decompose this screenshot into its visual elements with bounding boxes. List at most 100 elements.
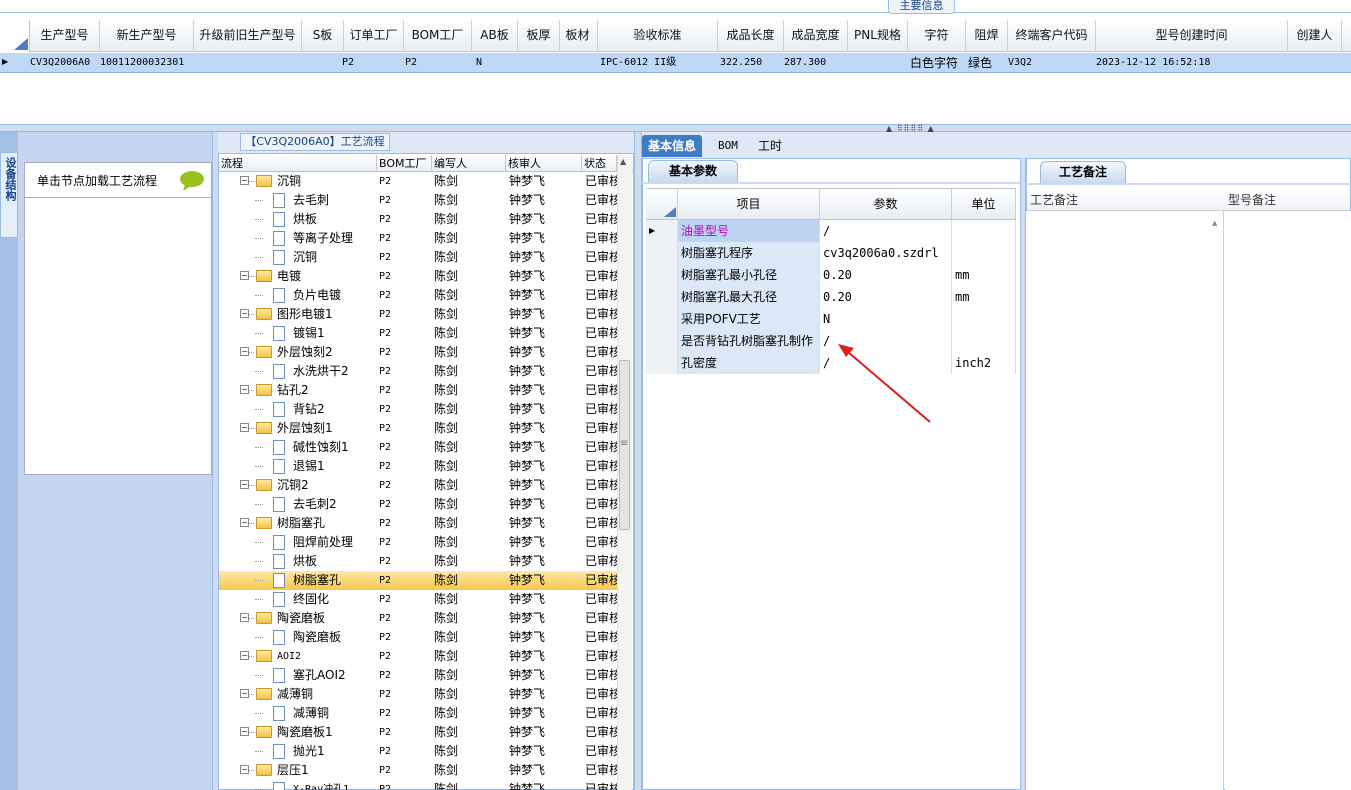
collapse-icon[interactable]: − [240,423,249,432]
tree-row[interactable]: 减薄铜 P2 陈剑 钟梦飞 已审核 [219,704,617,723]
param-row[interactable]: 树脂塞孔程序 cv3q2006a0.szdrl [646,242,1016,264]
param-value[interactable]: / [820,220,952,242]
collapse-icon[interactable]: − [240,347,249,356]
device-structure-tab[interactable]: 设备结构 [0,152,18,238]
row-indicator[interactable] [646,352,678,374]
params-corner[interactable] [646,188,678,220]
cell-material[interactable] [558,53,598,73]
col-order-factory[interactable]: 订单工厂 [344,20,404,52]
param-item[interactable]: 孔密度 [678,352,820,374]
tree-row[interactable]: 负片电镀 P2 陈剑 钟梦飞 已审核 [219,286,617,305]
tree-row[interactable]: 碱性蚀刻1 P2 陈剑 钟梦飞 已审核 [219,438,617,457]
param-value[interactable]: 0.20 [820,264,952,286]
collapse-icon[interactable]: − [240,727,249,736]
collapse-icon[interactable]: − [240,271,249,280]
collapse-icon[interactable]: − [240,480,249,489]
tree-row[interactable]: − 层压1 P2 陈剑 钟梦飞 已审核 [219,761,617,780]
tree-row[interactable]: − 沉铜2 P2 陈剑 钟梦飞 已审核 [219,476,617,495]
collapse-icon[interactable]: − [240,651,249,660]
tree-row[interactable]: − 减薄铜 P2 陈剑 钟梦飞 已审核 [219,685,617,704]
col-width[interactable]: 成品宽度 [784,20,848,52]
col-prod-model[interactable]: 生产型号 [30,20,100,52]
cell-width[interactable]: 287.300 [784,53,848,73]
collapse-icon[interactable]: − [240,689,249,698]
param-row[interactable]: 树脂塞孔最小孔径 0.20 mm [646,264,1016,286]
tree-row[interactable]: − 外层蚀刻2 P2 陈剑 钟梦飞 已审核 [219,343,617,362]
tree-row[interactable]: 水洗烘干2 P2 陈剑 钟梦飞 已审核 [219,362,617,381]
tree-row[interactable]: 抛光1 P2 陈剑 钟梦飞 已审核 [219,742,617,761]
param-item[interactable]: 树脂塞孔最大孔径 [678,286,820,308]
collapse-icon[interactable]: − [240,385,249,394]
col-created[interactable]: 型号创建时间 [1096,20,1288,52]
param-unit[interactable] [952,220,1016,242]
cell-standard[interactable]: IPC-6012 II级 [600,53,720,73]
model-note-area[interactable] [1225,211,1351,790]
col-reviewer[interactable]: 核审人 [506,155,582,172]
col-pnl[interactable]: PNL规格 [848,20,908,52]
cell-char[interactable]: 白色字符 [910,53,968,73]
col-thickness[interactable]: 板厚 [518,20,560,52]
tree-row[interactable]: 树脂塞孔 P2 陈剑 钟梦飞 已审核 [219,571,617,590]
tree-row[interactable]: 烘板 P2 陈剑 钟梦飞 已审核 [219,210,617,229]
cell-prod-model[interactable]: CV3Q2006A0 [30,53,100,73]
tree-row[interactable]: X-Ray冲孔1 P2 陈剑 钟梦飞 已审核 [219,780,617,790]
scroll-up-icon[interactable]: ▲ [1212,219,1217,227]
cell-solder[interactable]: 绿色 [968,53,1010,73]
col-flow[interactable]: 流程 [219,155,377,172]
tree-row[interactable]: 烘板 P2 陈剑 钟梦飞 已审核 [219,552,617,571]
col-material[interactable]: 板材 [558,20,598,52]
tree-row[interactable]: 塞孔AOI2 P2 陈剑 钟梦飞 已审核 [219,666,617,685]
col-length[interactable]: 成品长度 [718,20,784,52]
param-value[interactable]: N [820,308,952,330]
param-unit[interactable]: mm [952,264,1016,286]
scroll-up-icon[interactable]: ▲ [620,157,626,166]
collapse-icon[interactable]: − [240,613,249,622]
col-new-model[interactable]: 新生产型号 [100,20,194,52]
tree-row[interactable]: 去毛刺2 P2 陈剑 钟梦飞 已审核 [219,495,617,514]
col-model-note[interactable]: 型号备注 [1225,189,1350,211]
col-status[interactable]: 状态 [582,155,617,172]
col-old-model[interactable]: 升级前旧生产型号 [194,20,302,52]
param-item[interactable]: 采用POFV工艺 [678,308,820,330]
tree-row[interactable]: 终固化 P2 陈剑 钟梦飞 已审核 [219,590,617,609]
param-value[interactable]: cv3q2006a0.szdrl [820,242,952,264]
param-unit[interactable] [952,242,1016,264]
param-row[interactable]: 树脂塞孔最大孔径 0.20 mm [646,286,1016,308]
tree-row[interactable]: 沉铜 P2 陈剑 钟梦飞 已审核 [219,248,617,267]
tree-row[interactable]: − 图形电镀1 P2 陈剑 钟梦飞 已审核 [219,305,617,324]
cell-created[interactable]: 2023-12-12 16:52:18 [1096,53,1288,73]
param-unit[interactable]: mm [952,286,1016,308]
tree-row[interactable]: − 电镀 P2 陈剑 钟梦飞 已审核 [219,267,617,286]
collapse-icon[interactable]: − [240,765,249,774]
param-unit[interactable] [952,330,1016,352]
cell-creator[interactable] [1288,53,1342,73]
row-indicator[interactable] [646,330,678,352]
param-item[interactable]: 树脂塞孔最小孔径 [678,264,820,286]
cell-order-factory[interactable]: P2 [342,53,402,73]
param-unit[interactable]: inch2 [952,352,1016,374]
process-note-area[interactable] [1026,211,1224,790]
cell-thickness[interactable] [518,53,560,73]
tree-row[interactable]: − 陶瓷磨板 P2 陈剑 钟梦飞 已审核 [219,609,617,628]
cell-s-board[interactable] [302,53,344,73]
param-item[interactable]: 树脂塞孔程序 [678,242,820,264]
tree-row[interactable]: 背钻2 P2 陈剑 钟梦飞 已审核 [219,400,617,419]
row-indicator[interactable] [646,264,678,286]
col-bom-factory[interactable]: BOM工厂 [377,155,432,172]
tree-row[interactable]: − 钻孔2 P2 陈剑 钟梦飞 已审核 [219,381,617,400]
tree-row[interactable]: 阻焊前处理 P2 陈剑 钟梦飞 已审核 [219,533,617,552]
row-pointer-icon[interactable]: ▶ [646,220,678,242]
grid-corner[interactable] [0,20,30,52]
col-writer[interactable]: 编写人 [432,155,506,172]
tree-row[interactable]: − AOI2 P2 陈剑 钟梦飞 已审核 [219,647,617,666]
col-item[interactable]: 项目 [678,188,820,220]
row-indicator[interactable] [646,286,678,308]
col-param[interactable]: 参数 [820,188,952,220]
col-process-note[interactable]: 工艺备注 [1027,189,1225,211]
tree-row[interactable]: 退锡1 P2 陈剑 钟梦飞 已审核 [219,457,617,476]
col-ab-board[interactable]: AB板 [472,20,518,52]
col-bom-factory[interactable]: BOM工厂 [404,20,472,52]
collapse-icon[interactable]: − [240,176,249,185]
param-item[interactable]: 油墨型号 [678,220,820,242]
tab-work-hours[interactable]: 工时 [752,135,788,157]
